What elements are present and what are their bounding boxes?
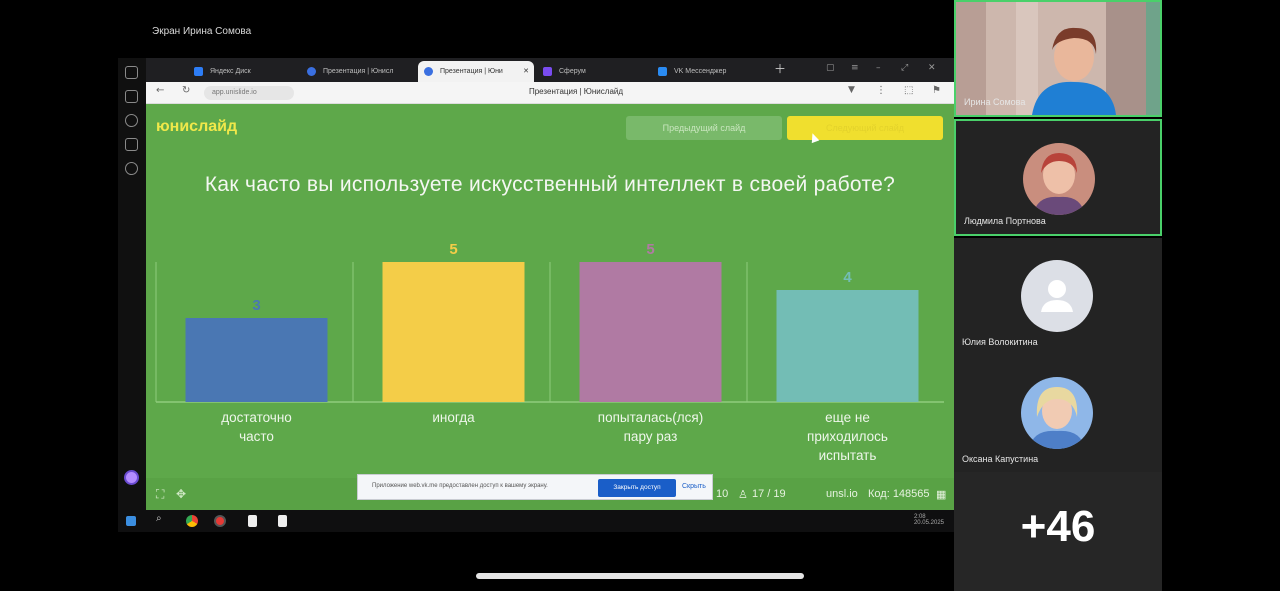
shared-screen: Яндекс Диск Презентация | Юнисл Презента… [118,58,954,532]
sidebar-clock-icon[interactable] [125,114,138,127]
menu-icon[interactable]: ≡ [851,63,859,73]
participant-tile-yulia[interactable]: Юлия Волокитина [954,238,1162,355]
url-field[interactable]: app.unislide.io [204,86,294,100]
chart-value-label: 5 [646,241,654,258]
move-icon[interactable]: ✥ [176,487,186,501]
address-bar: ← ↻ app.unislide.io Презентация | Юнисла… [146,82,954,104]
participant-name: Людмила Портнова [964,216,1046,226]
chart-category-label: еще не [825,410,870,425]
participant-name: Оксана Капустина [962,454,1039,464]
back-icon[interactable]: ← [156,85,164,96]
chart-bar [185,318,328,402]
more-participants-tile[interactable]: +46 [954,472,1162,591]
participant-name: Юлия Волокитина [962,337,1038,347]
qr-icon[interactable]: ▦ [936,488,946,501]
chart-bar [579,262,722,402]
slide-position: 17 / 19 [752,488,786,500]
default-avatar-icon [1021,260,1093,332]
chart-category-label: испытать [819,448,877,463]
stop-sharing-button[interactable]: Закрыть доступ [598,479,676,497]
file-icon[interactable] [248,515,257,527]
tab-label: Сферум [559,68,586,75]
video-call-screen: Экран Ирина Сомова Яндекс Диск Презентац… [0,0,1280,591]
collections-icon[interactable]: ▢ [826,63,835,73]
chart-category-label: часто [239,429,274,444]
access-code: Код: 148565 [868,488,930,500]
tab-vk-messenger[interactable]: VK Мессенджер [652,61,764,82]
downloads-icon[interactable]: ⬚ [904,85,913,96]
chart-bar [776,290,919,402]
tab-presentation-1[interactable]: Презентация | Юнисл [301,61,415,82]
disk-icon [194,67,203,76]
vk-icon [658,67,667,76]
tab-label: Презентация | Юни [440,68,503,75]
sidebar-home-icon[interactable] [125,66,138,79]
chart-bar [382,262,525,402]
tab-label: VK Мессенджер [674,68,727,75]
chart-category-label: попыталась(лся) [598,410,703,425]
chart-category-label: приходилось [807,429,888,444]
tab-sferum[interactable]: Сферум [537,61,649,82]
participant-tile-oksana[interactable]: Оксана Капустина [954,355,1162,472]
notice-text: Приложение web.vk.me предоставлен доступ… [372,483,548,489]
presentation-slide: юнислайд Предыдущий слайд Следующий слай… [146,104,954,510]
document-icon[interactable] [278,515,287,527]
site-address: unsl.io [826,488,858,500]
tab-presentation-active[interactable]: Презентация | Юни ✕ [418,61,534,82]
chart-category-label: иногда [432,410,475,425]
participant-tile-irina[interactable]: Ирина Сомова [954,0,1162,117]
maximize-icon[interactable]: ⤢ [901,63,908,73]
more-participants-count: +46 [1020,502,1096,551]
tab-label: Яндекс Диск [210,68,251,75]
screen-share-notice: Приложение web.vk.me предоставлен доступ… [357,474,713,500]
sidebar-bookmarks-icon[interactable] [125,90,138,103]
browser-tabbar: Яндекс Диск Презентация | Юнисл Презента… [146,58,954,82]
tab-label: Презентация | Юнисл [323,68,394,75]
chart-category-label: достаточно [221,410,292,425]
new-tab-icon[interactable]: ＋ [774,60,786,77]
search-icon[interactable]: ⌕ [156,513,168,525]
profile-avatar[interactable] [124,470,139,485]
user-icon: ♙ [738,489,748,501]
more-icon[interactable]: ⋮ [876,85,886,96]
start-icon[interactable] [126,516,136,526]
participants-count: 10 [716,488,729,500]
chart-category-label: пару раз [624,429,678,444]
poll-bar-chart: 3 достаточно часто 5 иногда 5 попыталась(лся) п… [155,241,944,463]
chart-value-label: 5 [449,241,457,258]
screen-share-label: Экран Ирина Сомова [152,26,252,37]
sidebar-chat-icon[interactable] [125,162,138,175]
tab-disk[interactable]: Яндекс Диск [188,61,298,82]
system-tray: 2:08 20.05.2025 [914,514,944,526]
bookmark-icon[interactable]: ▼ [848,85,855,95]
page-title: Презентация | Юнислайд [528,87,624,96]
participant-name: Ирина Сомова [964,97,1026,107]
browser-sidebar [118,58,146,510]
close-window-icon[interactable]: ✕ [928,63,936,73]
hide-notice-link[interactable]: Скрыть [682,483,706,490]
extension-icon[interactable]: ⚑ [932,85,941,96]
fullscreen-icon[interactable]: ⛶ [156,487,164,502]
chrome-icon[interactable] [186,515,198,527]
participant-avatar [1023,143,1095,215]
chart-value-label: 3 [252,297,260,314]
participant-tile-ludmila[interactable]: Людмила Портнова [954,119,1162,236]
participant-avatar [1021,377,1093,449]
unislide-icon [307,67,316,76]
tray-date: 20.05.2025 [913,520,944,526]
sferum-icon [543,67,552,76]
close-tab-icon[interactable]: ✕ [523,61,529,82]
minimize-icon[interactable]: – [876,63,881,73]
chart-value-label: 4 [843,269,852,286]
sidebar-s-icon[interactable] [125,138,138,151]
home-indicator[interactable] [476,573,804,579]
yandex-browser-icon[interactable] [214,515,226,527]
reload-icon[interactable]: ↻ [182,85,190,96]
unislide-icon [424,67,433,76]
windows-taskbar: ⌕ 2:08 20.05.2025 [118,510,954,532]
